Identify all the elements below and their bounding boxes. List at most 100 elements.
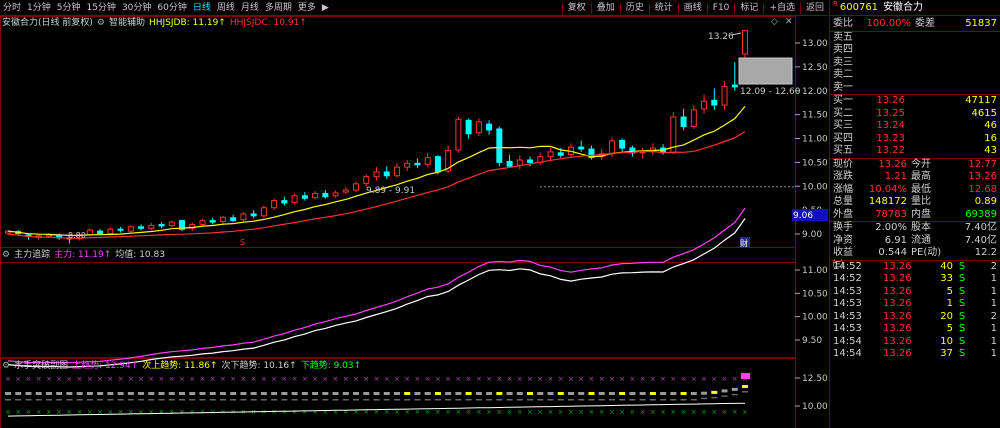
up-trend-marker: × xyxy=(292,375,298,383)
trend-bar-low xyxy=(404,399,411,401)
up-trend-marker: × xyxy=(701,375,707,383)
candle-body xyxy=(240,213,247,221)
trend-bar xyxy=(701,391,708,395)
trend-bar xyxy=(342,392,349,395)
tick-list[interactable]: 14:52 13.26 40 S 2 14:52 13.26 33 S 1 14:53 13.26 5 S… xyxy=(830,261,1000,361)
down-trend-marker: × xyxy=(691,408,697,416)
up-trend-marker: × xyxy=(722,375,728,383)
tick-count: 1 xyxy=(990,285,997,297)
stat-value: 7.40亿 xyxy=(964,222,997,233)
trend-bar-low xyxy=(557,399,564,401)
order-ratio-label: 委比 xyxy=(833,18,853,29)
gear-icon[interactable]: ⚙ xyxy=(2,249,10,261)
trend-bar xyxy=(168,392,175,395)
trend-bar xyxy=(271,392,278,395)
tick-price: 13.26 xyxy=(883,285,912,297)
trend-bar xyxy=(445,392,452,395)
trend-bar xyxy=(250,392,257,395)
bid-price: 13.22 xyxy=(876,145,905,156)
tick-price: 13.26 xyxy=(883,298,912,309)
bid-volume: 16 xyxy=(984,132,997,144)
trend-bar-low xyxy=(527,399,534,401)
candle-body xyxy=(342,189,349,193)
trend-bar xyxy=(127,392,134,395)
trend-bar xyxy=(76,392,83,395)
trend-bar-low xyxy=(496,399,503,401)
trend-bar xyxy=(404,392,411,395)
ask-row: 卖一 xyxy=(830,82,1000,95)
trend-bar-low xyxy=(158,399,165,401)
trend-bar xyxy=(578,392,585,395)
trend-bar xyxy=(475,392,482,395)
stat-label: 现价 xyxy=(833,158,853,170)
trend-bar-low xyxy=(76,399,83,401)
candle-body xyxy=(260,207,267,217)
trend-bar xyxy=(138,392,145,395)
up-trend-marker: × xyxy=(148,375,154,383)
stat-value: 0.544 xyxy=(878,247,907,258)
up-trend-marker: × xyxy=(77,375,83,383)
stat-value: 13.26 xyxy=(878,158,907,170)
panel2-title[interactable]: 主力追踪 xyxy=(14,249,50,261)
panel3-title[interactable]: 水手突破副图 xyxy=(14,360,68,372)
trend-bar xyxy=(230,392,237,395)
tick-time: 14:53 xyxy=(833,285,862,297)
trend-bar xyxy=(465,392,472,395)
down-trend-marker: × xyxy=(588,408,594,416)
trend-bar xyxy=(567,392,574,395)
tick-count: 1 xyxy=(990,335,997,347)
tick-row: 14:52 13.26 40 S 2 xyxy=(830,261,1000,274)
stat-row: 净资 6.91 流通 7.40亿 xyxy=(830,235,1000,248)
candle-body xyxy=(97,230,104,235)
main-force-line xyxy=(7,207,746,364)
tick-side: S xyxy=(958,285,966,297)
order-ratio-row: 委比 100.00% 委差 51837 xyxy=(830,18,1000,31)
stock-code[interactable]: 600761 xyxy=(840,0,878,16)
tick-side: S xyxy=(958,335,966,347)
up-trend-marker: × xyxy=(15,375,21,383)
down-trend-marker: × xyxy=(322,408,328,416)
trend-bar xyxy=(506,392,513,395)
trend-bar xyxy=(527,392,534,395)
bid-row[interactable]: 买二 13.25 4615 xyxy=(830,108,1000,121)
down-trend-marker: × xyxy=(548,408,554,416)
bid-row[interactable]: 买五 13.22 43 xyxy=(830,145,1000,158)
candle-body xyxy=(721,85,728,106)
trend-bar xyxy=(291,392,298,395)
up-trend-marker: × xyxy=(5,375,11,383)
bid-row[interactable]: 买一 13.26 47117 xyxy=(830,95,1000,108)
gear-icon[interactable]: ⚙ xyxy=(2,360,10,372)
up-trend-marker: × xyxy=(87,375,93,383)
trend-bar xyxy=(179,392,186,395)
bid-row[interactable]: 买四 13.23 16 xyxy=(830,133,1000,146)
candle-body xyxy=(199,220,206,225)
trend-tag xyxy=(741,373,750,379)
axis-tick-label: 11.50 xyxy=(802,111,828,121)
trend-bar-low xyxy=(107,399,114,401)
down-trend-marker: × xyxy=(36,408,42,416)
candle-body xyxy=(107,228,114,235)
up-trend-marker: × xyxy=(107,375,113,383)
bid-row[interactable]: 买三 13.24 46 xyxy=(830,120,1000,133)
down-trend-marker: × xyxy=(619,408,625,416)
trend-bar-low xyxy=(639,399,646,401)
trend-bar-low xyxy=(168,399,175,401)
trend-bar-low xyxy=(711,396,718,399)
cai-marker: 财 xyxy=(740,238,748,248)
ask-volume xyxy=(905,82,997,95)
trend-bar xyxy=(301,392,308,395)
candle-body xyxy=(465,119,472,135)
stat-label: 外盘 xyxy=(833,208,853,220)
tick-volume: 5 xyxy=(946,323,953,334)
trend-bar-low xyxy=(465,399,472,401)
up-trend-marker: × xyxy=(599,375,605,383)
up-trend-marker: × xyxy=(189,375,195,383)
fundamental-stats: 换手 2.00% 股本 7.40亿 净资 6.91 流通 7.40亿 收益㈢ 0.544 PE(动)… xyxy=(830,222,1000,271)
trend-bar xyxy=(537,392,544,395)
ask-row: 卖三 xyxy=(830,57,1000,70)
up-trend-marker: × xyxy=(435,375,441,383)
down-trend-marker: × xyxy=(732,408,738,416)
trend-bar-low xyxy=(209,399,216,401)
up-trend-marker: × xyxy=(118,375,124,383)
stock-name[interactable]: 安徽合力 xyxy=(883,0,923,16)
